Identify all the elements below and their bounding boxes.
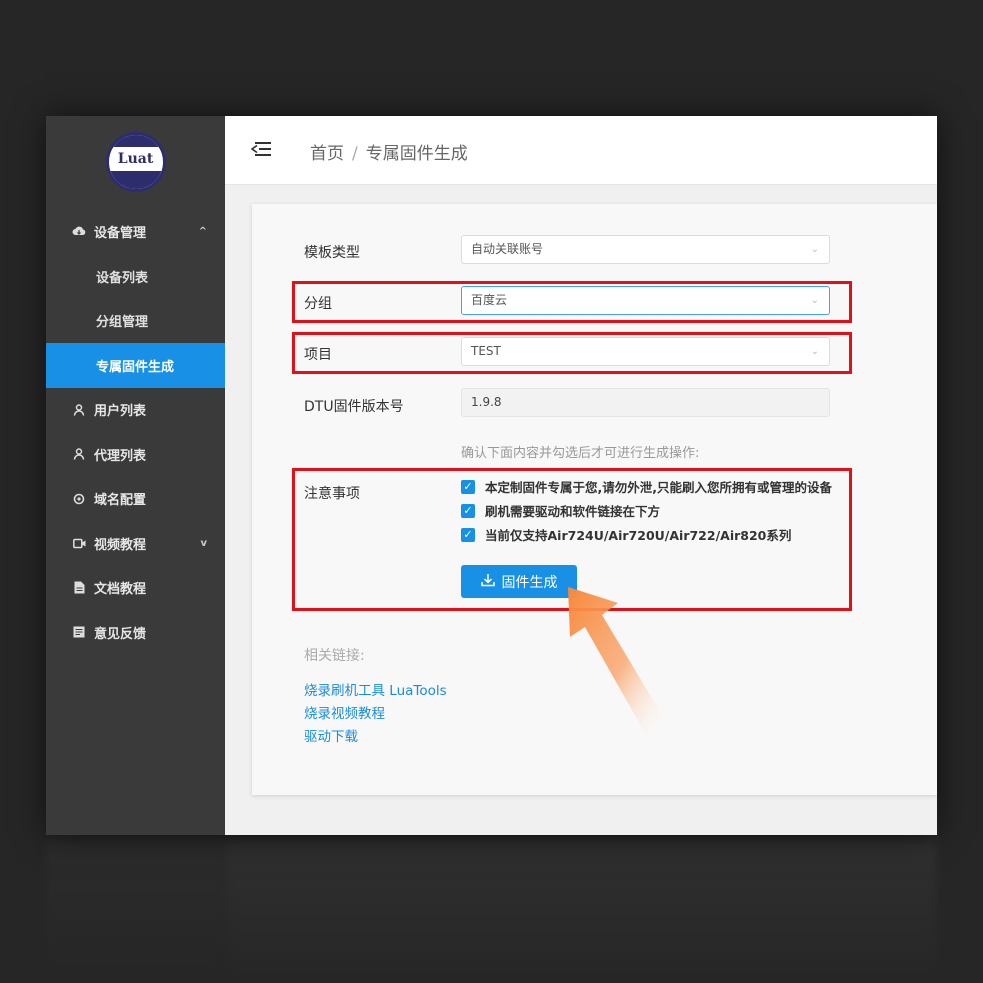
- sidebar-group-label: 设备管理: [94, 225, 147, 241]
- sidebar-item-feedback[interactable]: 意见反馈: [46, 610, 225, 655]
- related-links-title: 相关链接:: [304, 648, 365, 664]
- user-icon: [72, 447, 86, 461]
- template-type-value: 自动关联账号: [471, 242, 544, 256]
- sidebar-item-label: 用户列表: [94, 404, 147, 420]
- sidebar-item-label: 意见反馈: [94, 626, 147, 642]
- app-window: Luat 设备管理 ^ 设备列表 分组管理 专属固件生成 用户列表 代理列表 域…: [46, 116, 937, 835]
- template-type-select[interactable]: 自动关联账号 ⌄: [461, 235, 830, 264]
- template-type-label: 模板类型: [304, 245, 360, 261]
- luat-logo[interactable]: Luat: [105, 132, 166, 192]
- chevron-down-icon: v: [200, 537, 207, 549]
- sidebar-item-video-tutorial[interactable]: 视频教程 v: [46, 521, 225, 566]
- document-icon: [72, 581, 86, 595]
- sidebar-item-label: 视频教程: [94, 537, 147, 553]
- sidebar: Luat 设备管理 ^ 设备列表 分组管理 专属固件生成 用户列表 代理列表 域…: [46, 116, 225, 835]
- settings-icon: [72, 492, 86, 506]
- link-driver-download[interactable]: 驱动下载: [304, 725, 358, 745]
- breadcrumb: 首页 / 专属固件生成: [310, 139, 468, 164]
- user-icon: [72, 403, 86, 417]
- breadcrumb-home[interactable]: 首页: [310, 144, 344, 164]
- header: 首页 / 专属固件生成: [225, 116, 937, 185]
- sidebar-item-device-list[interactable]: 设备列表: [46, 254, 225, 299]
- sidebar-item-label: 域名配置: [94, 493, 147, 509]
- sidebar-group-device-management[interactable]: 设备管理 ^: [46, 208, 225, 254]
- sidebar-item-firmware-generation[interactable]: 专属固件生成: [46, 343, 225, 388]
- logo-area: Luat: [46, 116, 225, 208]
- breadcrumb-separator: /: [352, 144, 358, 164]
- chevron-down-icon: ⌄: [810, 244, 819, 255]
- sidebar-item-domain-config[interactable]: 域名配置: [46, 477, 225, 522]
- highlight-box-group: [292, 281, 852, 323]
- sidebar-item-label: 代理列表: [94, 448, 147, 464]
- sidebar-item-doc-tutorial[interactable]: 文档教程: [46, 566, 225, 611]
- dtu-version-input: 1.9.8: [461, 388, 830, 417]
- pointer-arrow-icon: [568, 587, 665, 733]
- feedback-icon: [72, 625, 86, 639]
- video-icon: [72, 536, 86, 550]
- chevron-up-icon: ^: [198, 225, 207, 237]
- confirm-hint: 确认下面内容并勾选后才可进行生成操作:: [461, 446, 700, 461]
- highlight-box-project: [292, 332, 852, 374]
- link-luatools[interactable]: 烧录刷机工具 LuaTools: [304, 679, 447, 699]
- dtu-version-label: DTU固件版本号: [304, 399, 404, 415]
- sidebar-item-group-management[interactable]: 分组管理: [46, 299, 225, 344]
- sidebar-item-label: 文档教程: [94, 582, 147, 598]
- sidebar-item-agent-list[interactable]: 代理列表: [46, 432, 225, 477]
- sidebar-item-user-list[interactable]: 用户列表: [46, 388, 225, 433]
- reflection: [46, 840, 225, 983]
- reflection: [225, 840, 937, 983]
- link-video-tutorial[interactable]: 烧录视频教程: [304, 702, 385, 722]
- breadcrumb-current: 专属固件生成: [365, 144, 468, 164]
- menu-fold-icon[interactable]: [251, 140, 271, 158]
- cloud-icon: [72, 224, 86, 238]
